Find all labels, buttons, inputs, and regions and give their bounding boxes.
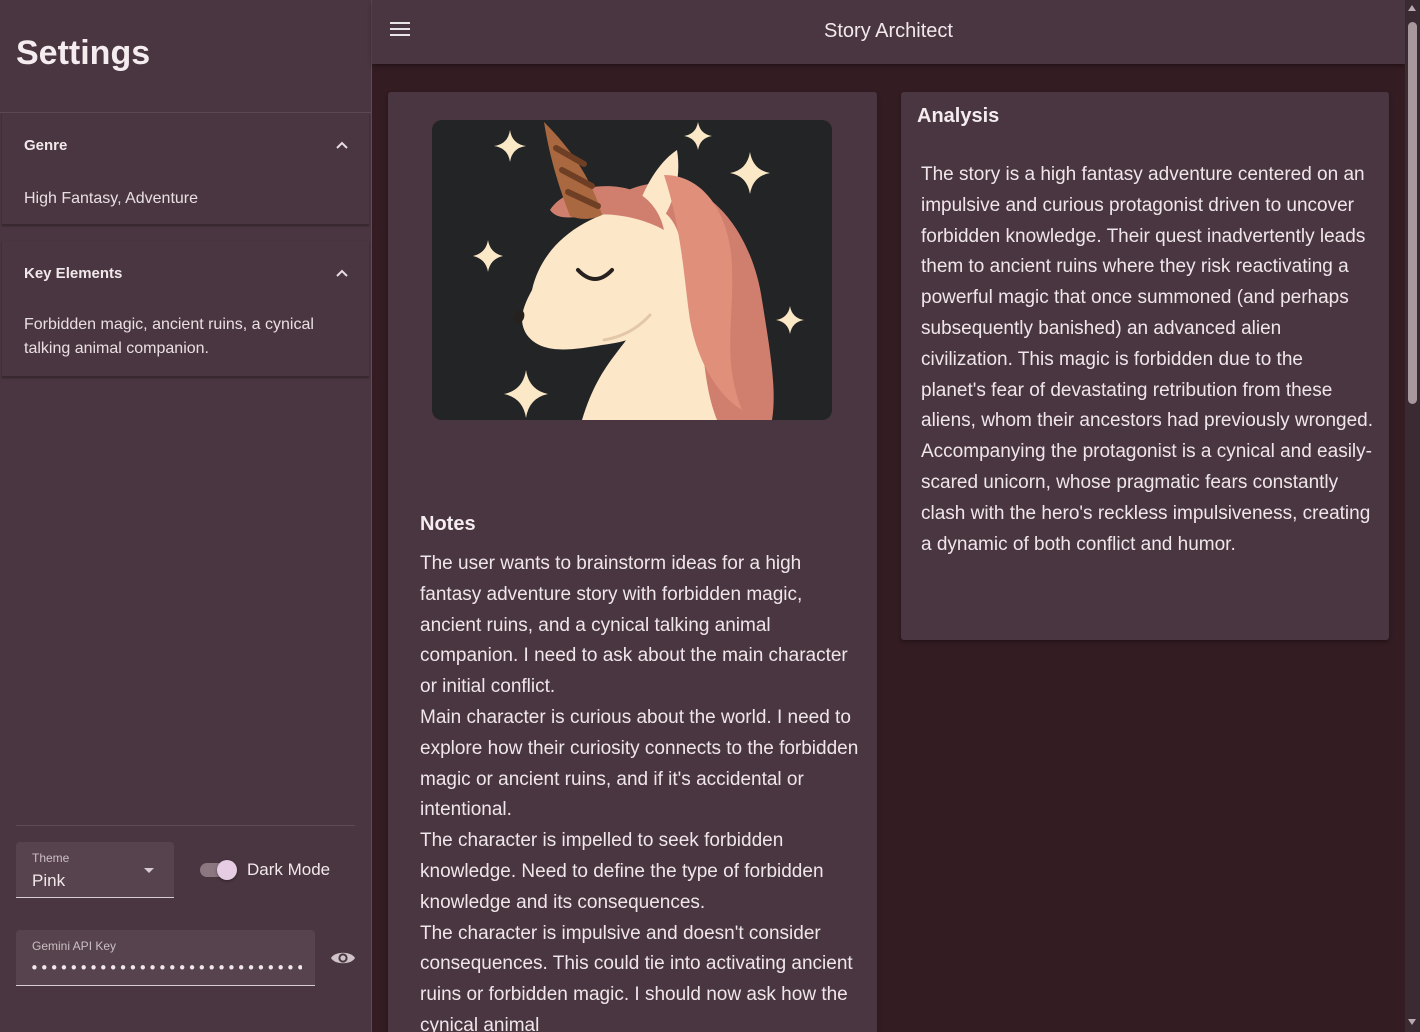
unicorn-illustration — [432, 120, 832, 420]
toggle-thumb — [217, 860, 237, 880]
scroll-down-arrow-icon[interactable] — [1408, 1019, 1416, 1025]
key-elements-label: Key Elements — [24, 264, 123, 282]
notes-paragraph: The character is impulsive and doesn't c… — [420, 922, 853, 1032]
api-key-label: Gemini API Key — [32, 939, 117, 953]
page-scrollbar[interactable] — [1405, 0, 1420, 1032]
key-elements-value: Forbidden magic, ancient ruins, a cynica… — [24, 316, 314, 357]
key-elements-accordion: Key Elements Forbidden magic, ancient ru… — [2, 241, 369, 377]
unicorn-image — [473, 122, 804, 420]
divider — [16, 825, 355, 826]
notes-body: The user wants to brainstorm ideas for a… — [420, 549, 860, 1032]
api-key-field: Gemini API Key — [16, 930, 315, 986]
notes-paragraph: The character is impelled to seek forbid… — [420, 830, 824, 913]
notes-paragraph: Main character is curious about the worl… — [420, 706, 859, 821]
app-title: Story Architect — [824, 20, 953, 42]
analysis-card: Analysis The story is a high fantasy adv… — [901, 92, 1389, 640]
genre-accordion: Genre High Fantasy, Adventure — [2, 113, 369, 225]
theme-select-value: Pink — [32, 871, 66, 890]
genre-accordion-header[interactable]: Genre — [24, 135, 349, 155]
app-bar: Story Architect — [372, 0, 1405, 64]
visibility-eye-icon[interactable] — [330, 946, 356, 970]
dark-mode-label: Dark Mode — [247, 860, 331, 879]
scroll-thumb[interactable] — [1408, 22, 1417, 404]
api-key-input[interactable] — [30, 956, 302, 980]
dark-mode-toggle[interactable] — [198, 858, 240, 882]
notes-title: Notes — [420, 513, 476, 535]
key-elements-accordion-header[interactable]: Key Elements — [24, 263, 349, 283]
theme-select-label: Theme — [32, 851, 70, 865]
analysis-body: The story is a high fantasy adventure ce… — [921, 164, 1374, 555]
chevron-up-icon[interactable] — [335, 266, 349, 280]
theme-select[interactable]: Theme Pink — [16, 842, 174, 898]
notes-card: Notes The user wants to brainstorm ideas… — [388, 92, 877, 1032]
scroll-up-arrow-icon[interactable] — [1408, 5, 1416, 11]
chevron-up-icon[interactable] — [335, 138, 349, 152]
genre-label: Genre — [24, 136, 68, 154]
dropdown-caret-icon — [144, 868, 154, 873]
sidebar-title: Settings — [16, 34, 151, 72]
genre-value: High Fantasy, Adventure — [24, 190, 199, 207]
notes-paragraph: The user wants to brainstorm ideas for a… — [420, 553, 848, 698]
settings-sidebar: Settings Genre High Fantasy, Adventure K… — [0, 0, 372, 1032]
analysis-title: Analysis — [917, 105, 1000, 127]
